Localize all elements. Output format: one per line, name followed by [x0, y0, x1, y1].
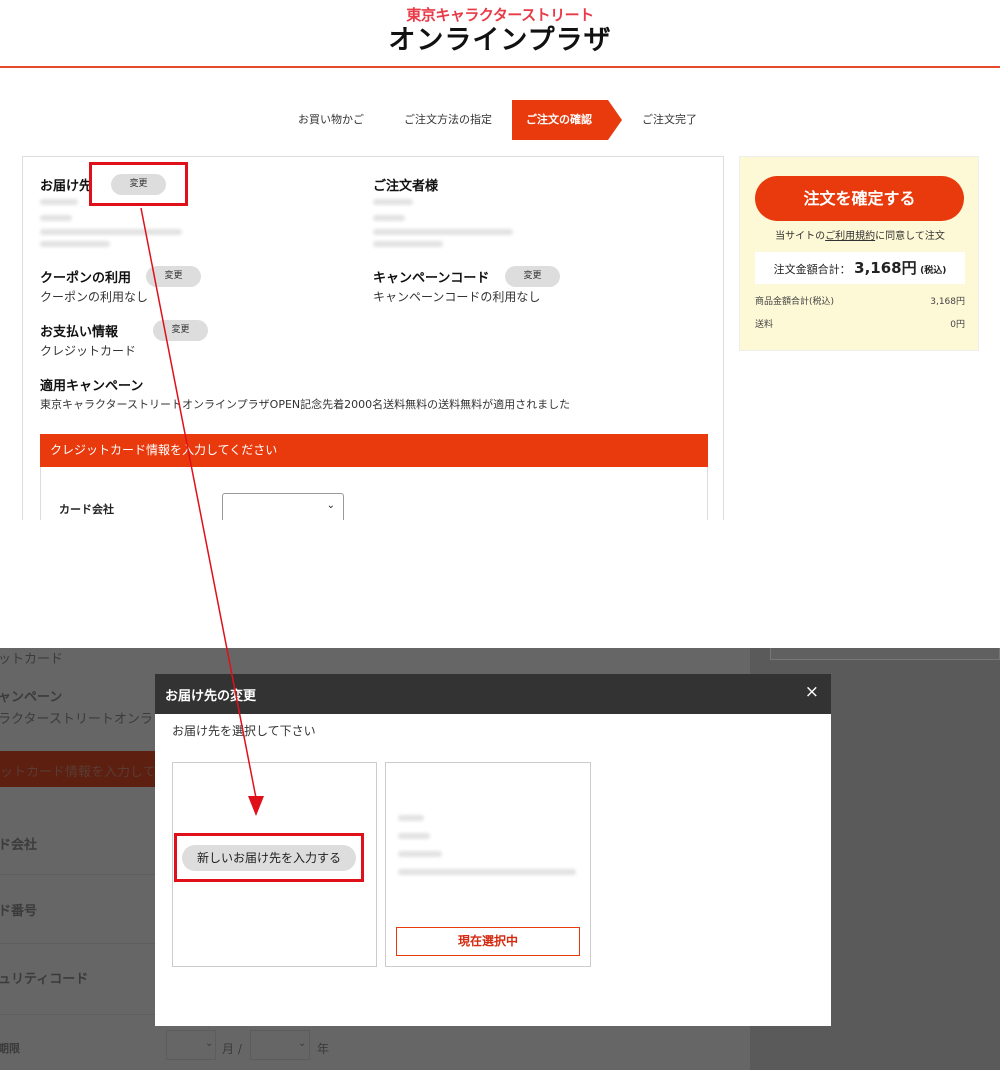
terms-link[interactable]: ご利用規約	[825, 231, 875, 242]
step-cart: お買い物かご	[298, 113, 364, 126]
dimmed-campaign-text: ラクターストリートオンラ	[0, 712, 153, 727]
order-detail-panel: お届け先 変更 ご注文者様 クーポンの利用 変更 クーポンの利用なし キャンペー…	[22, 156, 724, 520]
coupon-title: クーポンの利用	[40, 271, 132, 286]
chevron-down-icon: ⌄	[326, 500, 335, 511]
payment-change-button[interactable]: 変更	[153, 320, 208, 341]
step-order-method: ご注文方法の指定	[404, 113, 492, 126]
blurred-text	[40, 241, 110, 247]
applied-campaign-value: 東京キャラクターストリートオンラインプラザOPEN記念先着2000名送料無料の送…	[40, 398, 571, 411]
step-complete: ご注文完了	[642, 113, 697, 126]
terms-prefix: 当サイトの	[775, 231, 826, 242]
dimmed-expiry-label: 期限	[0, 1042, 20, 1055]
dimmed-month-label: 月 /	[222, 1042, 242, 1056]
logo-subtitle: 東京キャラクターストリート	[406, 6, 594, 24]
highlight-box-change-button	[89, 162, 188, 206]
header-divider	[0, 66, 1000, 68]
modal-title: お届け先の変更	[165, 689, 257, 704]
step-confirm: ご注文の確認	[512, 100, 622, 140]
dimmed-card-number-label: ド番号	[0, 904, 38, 919]
blurred-text	[373, 241, 443, 247]
blurred-text	[398, 833, 430, 839]
dimmed-payment-text: ットカード	[0, 652, 64, 667]
payment-title: お支払い情報	[40, 325, 119, 340]
current-selected-button[interactable]: 現在選択中	[396, 927, 580, 956]
terms-suffix: に同意して注文	[875, 231, 945, 242]
chevron-down-icon: ⌄	[298, 1038, 307, 1049]
blurred-text	[40, 229, 182, 235]
dimmed-summary-edge	[770, 648, 1000, 660]
campaign-code-title: キャンペーンコード	[373, 271, 490, 286]
credit-card-section-header: クレジットカード情報を入力してください	[40, 434, 708, 467]
campaign-code-change-button[interactable]: 変更	[505, 266, 560, 287]
dimmed-divider	[0, 943, 155, 944]
blurred-text	[373, 229, 513, 235]
dimmed-divider	[0, 1014, 155, 1015]
total-label: 注文金額合計：	[773, 263, 851, 276]
shipping-value: 0円	[950, 320, 965, 330]
logo-title: オンラインプラザ	[388, 25, 612, 56]
dimmed-campaign-title: ャンペーン	[0, 690, 63, 705]
dimmed-card-company-label: ド会社	[0, 838, 38, 853]
order-summary: 注文を確定する 当サイトのご利用規約に同意して注文 注文金額合計： 3,168円…	[739, 156, 979, 351]
shipping-label: 送料	[755, 320, 774, 330]
blurred-text	[40, 199, 78, 205]
coupon-value: クーポンの利用なし	[40, 290, 149, 304]
dimmed-security-label: ュリティコード	[0, 972, 89, 987]
site-logo[interactable]: 東京キャラクターストリート オンラインプラザ	[0, 6, 1000, 58]
total-value: 3,168円	[854, 259, 917, 277]
blurred-text	[373, 199, 413, 205]
current-address-card[interactable]: 現在選択中	[385, 762, 591, 967]
chevron-down-icon: ⌄	[205, 1038, 214, 1049]
delivery-title: お届け先	[40, 179, 93, 194]
subtotal-label: 商品金額合計(税込)	[755, 297, 835, 307]
checkout-steps: お買い物かご ご注文方法の指定 ご注文の確認 ご注文完了	[278, 100, 717, 140]
screenshot-root: 東京キャラクターストリート オンラインプラザ お買い物かご ご注文方法の指定 ご…	[0, 0, 1000, 1070]
payment-value: クレジットカード	[40, 344, 137, 358]
applied-campaign-title: 適用キャンペーン	[40, 379, 144, 394]
blurred-text	[398, 869, 576, 875]
credit-card-form	[40, 467, 708, 520]
total-tax-note: (税込)	[920, 266, 947, 276]
coupon-change-button[interactable]: 変更	[146, 266, 201, 287]
order-total: 注文金額合計： 3,168円 (税込)	[755, 252, 965, 284]
blurred-text	[398, 815, 424, 821]
blurred-text	[40, 215, 72, 221]
dimmed-credit-bar-text: ットカード情報を入力して	[0, 765, 156, 780]
blurred-text	[373, 215, 405, 221]
orderer-title: ご注文者様	[373, 179, 439, 194]
subtotal-value: 3,168円	[930, 297, 965, 307]
card-company-label: カード会社	[59, 503, 114, 516]
campaign-code-value: キャンペーンコードの利用なし	[373, 290, 541, 304]
close-icon[interactable]: ×	[805, 682, 819, 702]
dimmed-credit-bar: ットカード情報を入力して	[0, 751, 156, 787]
subtotal-row: 商品金額合計(税込) 3,168円	[755, 294, 965, 307]
terms-agreement: 当サイトのご利用規約に同意して注文	[740, 227, 980, 242]
dimmed-year-label: 年	[317, 1042, 330, 1056]
card-company-select[interactable]: ⌄	[222, 493, 344, 520]
dimmed-divider	[0, 874, 155, 875]
modal-header: お届け先の変更 ×	[155, 674, 831, 714]
modal-instruction: お届け先を選択して下さい	[172, 724, 316, 738]
highlight-box-new-address	[174, 833, 364, 882]
blurred-text	[398, 851, 442, 857]
confirm-order-button[interactable]: 注文を確定する	[755, 176, 964, 221]
shipping-row: 送料 0円	[755, 317, 965, 330]
